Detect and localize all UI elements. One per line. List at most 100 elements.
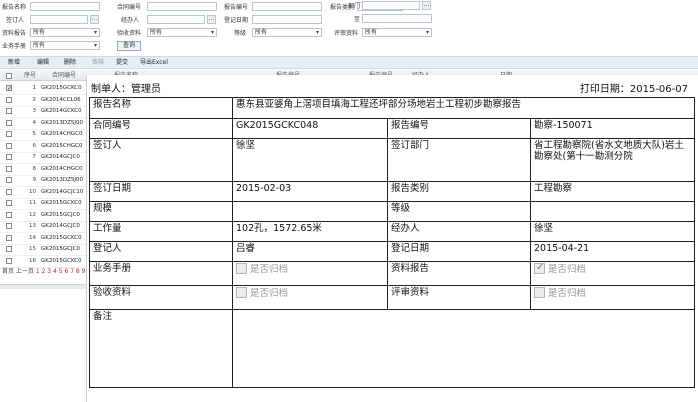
report-no-label: 报告编号 — [224, 4, 249, 11]
data-report-archived-checkbox[interactable] — [534, 262, 545, 274]
row-report-name: 报告名称 惠东县亚婆角上滘项目填海工程还坪部分场地岩土工程初步勘察报告 — [89, 97, 696, 119]
delete-button[interactable]: 删除 — [64, 59, 76, 67]
row-checkbox[interactable] — [6, 119, 12, 126]
toolbar: 新增 编辑 删除 审核 提交 导出Excel — [0, 56, 698, 69]
review-archived-checkbox[interactable] — [534, 287, 545, 298]
contract-no-input[interactable] — [147, 2, 217, 11]
report-detail-panel: 制单人：管理员 打印日期：2015-06-07 报告名称 惠东县亚婆角上滘项目填… — [86, 75, 698, 402]
row-checkbox[interactable] — [6, 211, 12, 218]
report-name-value: 惠东县亚婆角上滘项目填海工程还坪部分场地岩土工程初步勘察报告 — [231, 97, 696, 119]
row-number: 2 — [32, 96, 37, 103]
manual-select[interactable]: 所有 ▾ — [30, 41, 100, 50]
report-detail-table: 报告名称 惠东县亚婆角上滘项目填海工程还坪部分场地岩土工程初步勘察报告 合同编号… — [89, 97, 696, 388]
grid-header-seq[interactable]: 序号 — [24, 70, 36, 81]
row-remarks: 备注 — [89, 309, 696, 388]
report-no-value: 勘察-150071 — [529, 118, 696, 139]
manual-label: 业务手册 — [89, 261, 233, 286]
register-date-label: 登记日期 — [387, 241, 531, 262]
export-excel-button[interactable]: 导出Excel — [140, 59, 168, 67]
report-name-label: 报告名称 — [89, 97, 233, 119]
row-manual: 业务手册 是否归档 资料报告 是否归档 — [89, 261, 696, 286]
query-button[interactable]: 查询 — [117, 41, 141, 51]
row-checkbox[interactable] — [6, 165, 12, 172]
row-checkbox[interactable] — [6, 188, 12, 195]
sign-date-value: 2015-02-03 — [232, 181, 388, 202]
row-checkbox[interactable] — [6, 108, 12, 114]
row-checkbox[interactable] — [6, 154, 12, 160]
select-all-checkbox[interactable] — [6, 73, 12, 79]
row-checkbox[interactable] — [6, 83, 12, 95]
signer-input[interactable] — [30, 15, 88, 24]
manual-archived-checkbox[interactable] — [236, 263, 247, 274]
row-number: 9 — [32, 177, 37, 183]
row-contract-no: GK2014GCJC0 — [41, 223, 80, 229]
row-checkbox[interactable] — [6, 246, 12, 252]
scale-value — [232, 201, 388, 222]
row-checkbox[interactable] — [6, 131, 12, 137]
report-type-label: 报告类别 — [387, 181, 531, 202]
submit-button[interactable]: 提交 — [116, 59, 128, 67]
register-date-value: 2015-04-21 — [529, 241, 696, 262]
signer-label: 签订人 — [5, 17, 24, 24]
grid-header-contract-no[interactable]: 合同编号 — [52, 70, 76, 81]
row-number: 5 — [32, 131, 37, 137]
row-checkbox[interactable] — [6, 142, 12, 149]
acceptance-label: 验收资料 — [117, 30, 142, 37]
row-number: 11 — [29, 200, 36, 206]
manual-archive-cell: 是否归档 — [232, 261, 388, 286]
row-checkbox[interactable] — [6, 223, 12, 229]
row-number: 14 — [29, 234, 36, 241]
review-label: 评审资料 — [333, 30, 358, 37]
review-label: 评审资料 — [387, 285, 531, 310]
report-no-input[interactable] — [252, 2, 322, 11]
row-number: 15 — [29, 246, 36, 252]
handler-label: 经办人 — [120, 17, 139, 24]
signer-value: 徐坚 — [232, 138, 388, 182]
manual-label: 业务手册 — [2, 43, 27, 50]
handler-label: 经办人 — [387, 221, 531, 242]
row-contract-no: GK2015GCJC0 — [41, 211, 80, 218]
pager-prefix[interactable]: 首页 上一页 — [2, 268, 34, 275]
register-date-to-input[interactable] — [362, 14, 432, 23]
row-contract-no: GK2015GCKC0 — [41, 85, 82, 91]
data-report-value: 所有 — [33, 29, 46, 36]
grade-select[interactable]: 所有 ▾ — [252, 28, 322, 37]
register-date-label: 登记日期 — [224, 17, 249, 24]
row-contract-no: GK2015GCJC0 — [41, 246, 80, 252]
row-signer: 签订人 徐坚 签订部门 省工程勘察院(省水文地质大队)岩土勘察处(第十一勘测分院 — [89, 138, 696, 182]
row-checkbox[interactable] — [6, 96, 12, 103]
row-contract-no: GK2015GCKC0 — [41, 234, 82, 241]
data-report-select[interactable]: 所有 ▾ — [30, 28, 100, 37]
acceptance-archive-cell: 是否归档 — [232, 285, 388, 310]
acceptance-select[interactable]: 所有 ▾ — [147, 28, 217, 37]
row-sign-date: 签订日期 2015-02-03 报告类别 工程勘察 — [89, 181, 696, 202]
register-date-from-input[interactable] — [252, 15, 322, 24]
audit-button[interactable]: 审核 — [92, 59, 104, 67]
review-select[interactable]: 所有 ▾ — [362, 28, 432, 37]
row-contract-no: GK2014GCJC10 — [41, 188, 84, 195]
row-contract-no: GK2013DZSJ00 — [41, 177, 83, 183]
row-checkbox[interactable] — [6, 257, 12, 264]
pager: 首页 上一页 1 2 3 4 5 6 7 8 9 10 — [2, 266, 95, 275]
row-contract-no: GK2014GCKC0 — [41, 108, 82, 114]
handler-input[interactable] — [147, 15, 205, 24]
acceptance-archived-checkbox[interactable] — [236, 287, 247, 298]
row-registrar: 登记人 吕睿 登记日期 2015-04-21 — [89, 241, 696, 262]
add-button[interactable]: 新增 — [8, 59, 20, 67]
handler-picker-button[interactable]: ... — [207, 15, 216, 24]
horizontal-scrollbar[interactable] — [0, 284, 90, 289]
chevron-down-icon: ▾ — [210, 29, 214, 36]
row-checkbox[interactable] — [6, 177, 12, 183]
row-number: 1 — [32, 85, 37, 91]
dept-picker-button[interactable]: ... — [422, 1, 431, 10]
signer-picker-button[interactable]: ... — [90, 15, 99, 24]
data-report-label: 资料报告 — [387, 261, 531, 286]
report-name-input[interactable] — [30, 2, 100, 11]
dept-input[interactable] — [362, 1, 420, 10]
workload-label: 工作量 — [89, 221, 233, 242]
edit-button[interactable]: 编辑 — [37, 59, 49, 67]
row-checkbox[interactable] — [6, 200, 12, 206]
remarks-label: 备注 — [89, 309, 233, 388]
contract-no-value: GK2015GCKC048 — [232, 118, 388, 139]
row-checkbox[interactable] — [6, 234, 12, 241]
